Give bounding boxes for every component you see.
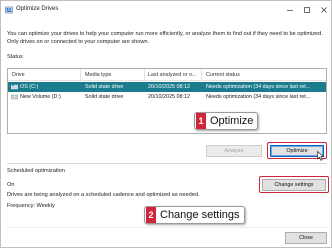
scheduled-optimization-title: Scheduled optimization <box>7 168 65 174</box>
table-row[interactable]: OS (C:) Solid state drive 20/10/2025 08:… <box>8 82 326 92</box>
window-title: Optimize Drives <box>16 6 59 12</box>
minimize-button[interactable] <box>283 4 297 16</box>
media-type: Solid state drive <box>85 84 124 90</box>
current-status: Needs optimization (34 days since last r… <box>206 94 311 100</box>
analyze-button[interactable]: Analyze <box>206 145 262 157</box>
column-header-drive[interactable]: Drive <box>12 72 25 78</box>
defrag-app-icon <box>5 6 13 14</box>
change-settings-button[interactable]: Change settings <box>262 179 326 191</box>
optimize-drives-window: Optimize Drives You can optimize your dr… <box>0 0 332 248</box>
schedule-description: Drives are being analyzed on a scheduled… <box>7 192 200 198</box>
drive-icon <box>11 84 18 90</box>
close-window-button[interactable] <box>317 4 331 16</box>
drive-icon <box>11 94 18 100</box>
column-header-current-status[interactable]: Current status <box>206 72 240 78</box>
schedule-frequency: Frequency: Weekly <box>7 203 55 209</box>
table-row[interactable]: New Volume (D:) Solid state drive 20/10/… <box>8 92 326 102</box>
status-label: Status <box>7 54 23 60</box>
column-header-last-analyzed[interactable]: Last analyzed or o... <box>148 72 197 78</box>
callout-label: Optimize <box>210 115 254 127</box>
current-status: Needs optimization (34 days since last r… <box>206 84 311 90</box>
schedule-state: On <box>7 182 15 188</box>
section-divider <box>7 163 327 164</box>
drives-table: Drive Media type Last analyzed or o... C… <box>7 68 327 134</box>
table-header: Drive Media type Last analyzed or o... C… <box>8 69 326 81</box>
maximize-button[interactable] <box>300 4 314 16</box>
callout-number: 2 <box>146 207 156 223</box>
drive-name: OS (C:) <box>20 84 39 90</box>
callout-change-settings: 2 Change settings <box>144 206 245 224</box>
last-analyzed: 20/10/2025 08:12 <box>148 94 190 100</box>
optimize-button[interactable]: Optimize <box>270 145 324 157</box>
footer-divider <box>7 227 327 228</box>
callout-label: Change settings <box>160 209 240 221</box>
intro-text: You can optimize your drives to help you… <box>7 31 323 45</box>
callout-optimize: 1 Optimize <box>194 112 259 130</box>
close-button[interactable]: Close <box>285 232 327 244</box>
drive-name: New Volume (D:) <box>20 94 61 100</box>
callout-number: 1 <box>196 113 206 129</box>
mouse-cursor-icon <box>317 151 325 161</box>
media-type: Solid state drive <box>85 94 124 100</box>
last-analyzed: 20/10/2025 08:12 <box>148 84 190 90</box>
title-bar: Optimize Drives <box>1 1 331 19</box>
column-header-media-type[interactable]: Media type <box>85 72 111 78</box>
